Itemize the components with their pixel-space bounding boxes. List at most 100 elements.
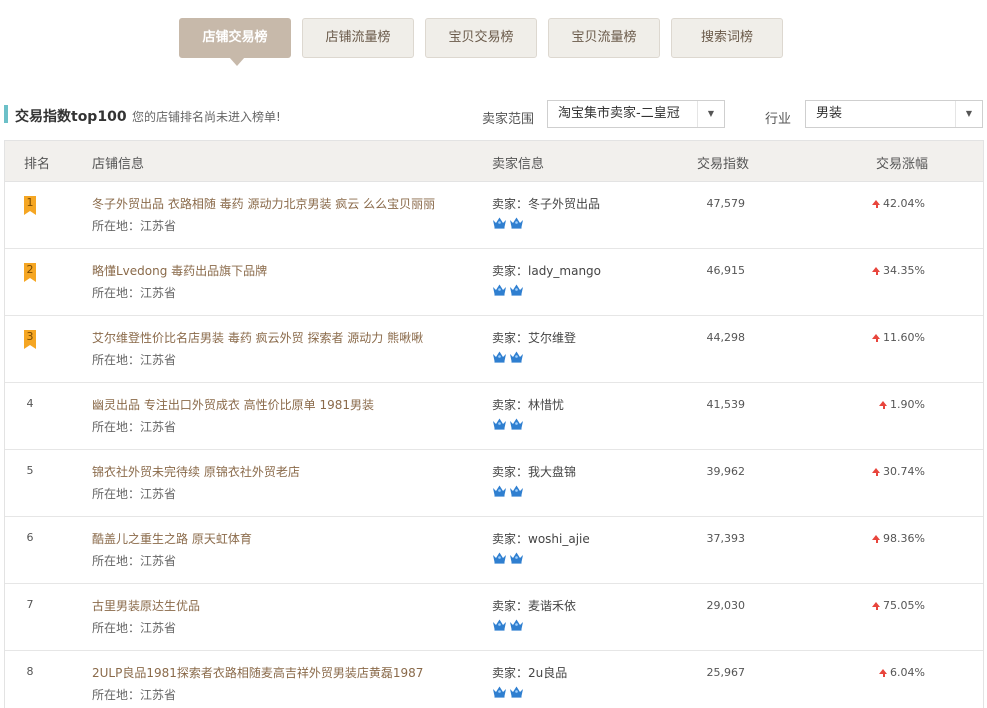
seller-name[interactable]: 卖家：艾尔维登 (492, 329, 576, 346)
header-index: 交易指数 (697, 157, 750, 172)
table-row: 2 略懂Lvedong 毒药出品旗下品牌 所在地：江苏省 卖家：lady_mango 4… (5, 249, 983, 316)
header-rank: 排名 (24, 157, 51, 172)
arrow-up-icon (876, 539, 879, 543)
trade-rise-value: 30.74% (883, 465, 925, 478)
tab-item-trade[interactable]: 宝贝交易榜 (425, 18, 537, 58)
shop-name-link[interactable]: 冬子外贸出品 衣路相随 毒药 源动力北京男装 疯云 么么宝贝丽丽 (92, 195, 435, 212)
industry-label: 行业 (765, 112, 792, 127)
crown-icon (509, 551, 524, 567)
table-row: 3 艾尔维登性价比名店男装 毒药 疯云外贸 探索者 源动力 熊啾啾 所在地：江苏省 卖… (5, 316, 983, 383)
caret-down-icon: ▼ (955, 101, 982, 127)
tab-item-traffic[interactable]: 宝贝流量榜 (548, 18, 660, 58)
tab-shop-traffic[interactable]: 店铺流量榜 (302, 18, 414, 58)
trade-rise: 6.04% (879, 666, 925, 679)
tab-shop-trade[interactable]: 店铺交易榜 (179, 18, 291, 66)
shop-name-link[interactable]: 古里男装原达生优品 (92, 597, 200, 614)
shop-location: 所在地：江苏省 (92, 688, 177, 702)
ranking-tabs: 店铺交易榜 店铺流量榜 宝贝交易榜 宝贝流量榜 搜索词榜 (0, 18, 987, 70)
trade-rise-value: 34.35% (883, 264, 925, 277)
trade-index: 29,030 (706, 599, 746, 612)
rank-value: 7 (26, 598, 34, 611)
section-header: 交易指数top100 您的店铺排名尚未进入榜单! 卖家范围 淘宝集市卖家-二皇冠… (0, 100, 987, 130)
table-row: 5 锦衣社外贸未完待续 原锦衣社外贸老店 所在地：江苏省 卖家：我大盘锦 39,962 3… (5, 450, 983, 517)
table-body: 1 冬子外贸出品 衣路相随 毒药 源动力北京男装 疯云 么么宝贝丽丽 所在地：江苏省… (5, 182, 983, 708)
seller-name[interactable]: 卖家：林惜忧 (492, 396, 564, 413)
seller-level-crowns (492, 484, 526, 498)
shop-name-link[interactable]: 略懂Lvedong 毒药出品旗下品牌 (92, 262, 267, 279)
crown-icon (509, 618, 524, 634)
seller-name[interactable]: 卖家：麦谐禾依 (492, 597, 576, 614)
seller-level-crowns (492, 417, 526, 431)
crown-icon (492, 283, 507, 299)
seller-name[interactable]: 卖家：我大盘锦 (492, 463, 576, 480)
trade-rise: 42.04% (872, 197, 925, 210)
seller-scope-label: 卖家范围 (482, 112, 535, 127)
seller-name[interactable]: 卖家：2u良品 (492, 664, 567, 681)
crown-icon (492, 350, 507, 366)
arrow-up-icon (876, 338, 879, 342)
trade-index: 44,298 (706, 331, 746, 344)
trade-rise: 30.74% (872, 465, 925, 478)
shop-name-link[interactable]: 锦衣社外贸未完待续 原锦衣社外贸老店 (92, 463, 300, 480)
seller-scope-select[interactable]: 淘宝集市卖家-二皇冠 ▼ (547, 100, 725, 128)
rank-value: 8 (26, 665, 34, 678)
header-seller: 卖家信息 (492, 157, 545, 172)
shop-name-link[interactable]: 酷盖儿之重生之路 原天虹体育 (92, 530, 252, 547)
shop-name-link[interactable]: 幽灵出品 专注出口外贸成衣 高性价比原单 1981男装 (92, 396, 374, 413)
crown-icon (492, 417, 507, 433)
crown-icon (492, 551, 507, 567)
crown-icon (492, 685, 507, 701)
shop-name-link[interactable]: 艾尔维登性价比名店男装 毒药 疯云外贸 探索者 源动力 熊啾啾 (92, 329, 423, 346)
arrow-up-icon (876, 204, 879, 208)
rank-value: 3 (24, 330, 36, 349)
rank-value: 6 (26, 531, 34, 544)
rank-status-note: 您的店铺排名尚未进入榜单! (132, 110, 281, 124)
table-row: 7 古里男装原达生优品 所在地：江苏省 卖家：麦谐禾依 29,030 75.05% (5, 584, 983, 651)
rank-value: 5 (26, 464, 34, 477)
rank-value: 1 (24, 196, 36, 215)
table-row: 8 2ULP良品1981探索者衣路相随麦高吉祥外贸男装店黄磊1987 所在地：江苏省… (5, 651, 983, 708)
rank-value: 2 (24, 263, 36, 282)
shop-location: 所在地：江苏省 (92, 219, 177, 233)
shop-location: 所在地：江苏省 (92, 487, 177, 501)
trade-rise-value: 98.36% (883, 532, 925, 545)
seller-scope-value: 淘宝集市卖家-二皇冠 (558, 106, 680, 121)
seller-name[interactable]: 卖家：冬子外贸出品 (492, 195, 600, 212)
ranking-table: 排名 店铺信息 卖家信息 交易指数 交易涨幅 1 冬子外贸出品 衣路相随 毒药 源… (4, 140, 984, 708)
trade-index: 47,579 (706, 197, 746, 210)
title-accent-bar (4, 105, 8, 123)
shop-name-link[interactable]: 2ULP良品1981探索者衣路相随麦高吉祥外贸男装店黄磊1987 (92, 664, 423, 681)
arrow-up-icon (876, 271, 879, 275)
table-row: 1 冬子外贸出品 衣路相随 毒药 源动力北京男装 疯云 么么宝贝丽丽 所在地：江苏省… (5, 182, 983, 249)
crown-icon (509, 216, 524, 232)
trade-index: 25,967 (706, 666, 746, 679)
crown-icon (492, 484, 507, 500)
shop-location: 所在地：江苏省 (92, 353, 177, 367)
tab-search-terms[interactable]: 搜索词榜 (671, 18, 783, 58)
seller-level-crowns (492, 350, 526, 364)
rank-value: 4 (26, 397, 34, 410)
trade-rise-value: 42.04% (883, 197, 925, 210)
trade-index: 46,915 (706, 264, 746, 277)
trade-index: 41,539 (706, 398, 746, 411)
crown-icon (509, 283, 524, 299)
industry-select[interactable]: 男装 ▼ (805, 100, 983, 128)
seller-name[interactable]: 卖家：woshi_ajie (492, 530, 590, 547)
seller-level-crowns (492, 216, 526, 230)
trade-rise: 34.35% (872, 264, 925, 277)
crown-icon (492, 216, 507, 232)
table-row: 6 酷盖儿之重生之路 原天虹体育 所在地：江苏省 卖家：woshi_ajie 37,39… (5, 517, 983, 584)
shop-location: 所在地：江苏省 (92, 286, 177, 300)
header-rise: 交易涨幅 (876, 157, 929, 172)
seller-level-crowns (492, 685, 526, 699)
arrow-up-icon (876, 606, 879, 610)
crown-icon (509, 350, 524, 366)
section-title: 交易指数top100 (15, 109, 127, 125)
trade-rise: 11.60% (872, 331, 925, 344)
caret-down-icon: ▼ (697, 101, 724, 127)
seller-name[interactable]: 卖家：lady_mango (492, 262, 601, 279)
shop-location: 所在地：江苏省 (92, 621, 177, 635)
crown-icon (509, 685, 524, 701)
trade-rise: 98.36% (872, 532, 925, 545)
trade-rise-value: 6.04% (890, 666, 925, 679)
